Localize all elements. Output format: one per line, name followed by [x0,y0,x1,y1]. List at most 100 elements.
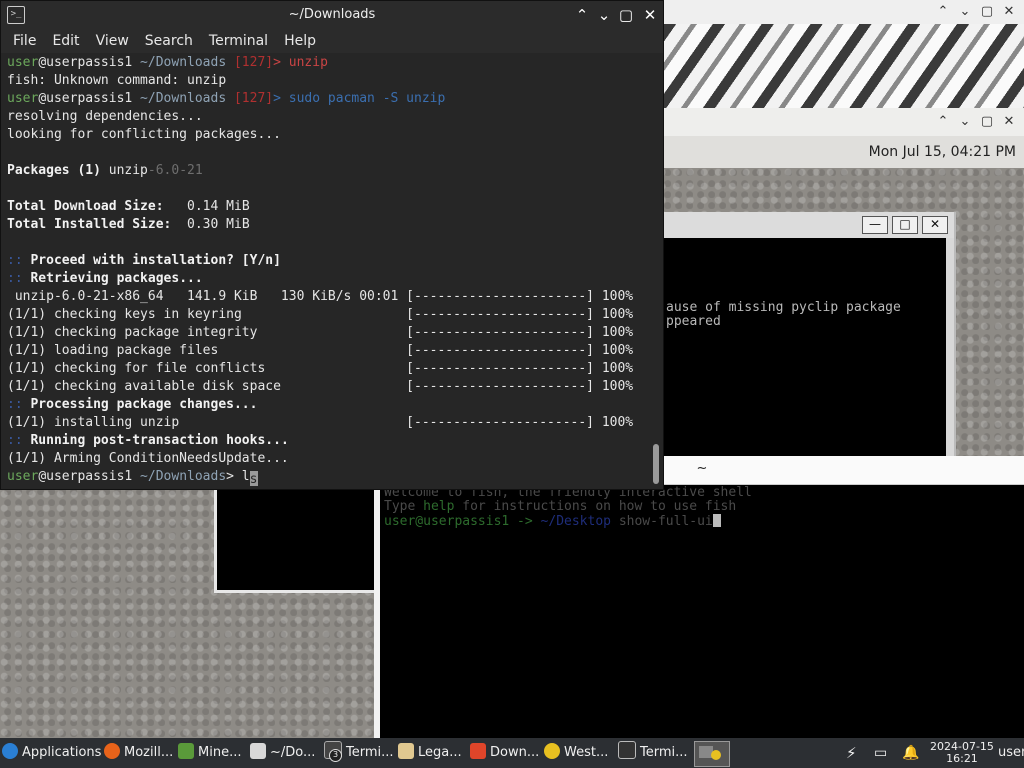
menu-file[interactable]: File [5,29,44,53]
restore-button[interactable]: ▢ [978,4,996,20]
task-label: ~/Do... [270,745,316,760]
dialog-close-button[interactable]: ✕ [922,216,948,234]
restore-button[interactable]: ▢ [615,1,637,29]
text-cursor: s [249,471,258,487]
minimize-button[interactable]: ⌃ [934,114,952,130]
terminal-line: :: Running post-transaction hooks... [7,433,289,448]
terminal-line: fish: Unknown command: unzip [7,73,227,88]
terminal-line: (1/1) checking for file conflicts [-----… [7,361,634,376]
clock-time: 16:21 [946,752,978,765]
menu-view[interactable]: View [88,29,137,53]
menu-edit[interactable]: Edit [44,29,87,53]
terminal-icon: 3 [324,741,342,762]
terminal-line: (1/1) loading package files [-----------… [7,343,634,358]
dialog-text-line: ppeared [666,314,721,329]
task-terminal-1[interactable]: 3 Termi... [324,741,394,765]
terminal-line: (1/1) Arming ConditionNeedsUpdate... [7,451,289,466]
image-viewer-window: ⌃ ⌄ ▢ ✕ [664,0,1024,108]
restore-button[interactable]: ▢ [978,114,996,130]
user-menu[interactable]: user [998,738,1024,768]
terminal-icon [618,741,636,759]
dialog-minimize-button[interactable]: — [862,216,888,234]
terminal-line: (1/1) installing unzip [----------------… [7,415,634,430]
maximize-button[interactable]: ⌄ [593,1,615,29]
clock-window-titlebar: ⌃ ⌄ ▢ ✕ [664,108,1024,136]
firefox-icon [104,743,120,759]
taskbar-clock[interactable]: 2024-07-15 16:21 [930,741,994,765]
dialog-window: — □ ✕ ause of missing pyclip package ppe… [664,212,956,456]
game-icon [544,743,560,759]
terminal-line: :: Retrieving packages... [7,271,203,286]
minimize-button[interactable]: ⌃ [571,1,593,29]
text-cursor [712,514,721,527]
task-folder[interactable]: Lega... [398,741,462,765]
minecraft-icon [178,743,194,759]
terminal-scrollbar[interactable] [650,54,662,488]
task-brave[interactable]: Down... [470,741,539,765]
panel-clock[interactable]: Mon Jul 15, 04:21 PM [869,144,1016,160]
terminal-line: Total Installed Size: 0.30 MiB [7,217,250,232]
fish-terminal-window[interactable]: ~ Welcome to fish, the friendly interact… [380,456,1024,738]
task-terminal-2[interactable]: Termi... [618,741,688,765]
fish-help-line: Type help for instructions on how to use… [384,499,737,514]
terminal-app-icon: >_ [7,6,25,24]
folder-icon [398,743,414,759]
dialog-maximize-button[interactable]: □ [892,216,918,234]
workspace-app-icon [711,750,721,760]
maximize-button[interactable]: ⌄ [956,114,974,130]
terminal-window[interactable]: >_ ~/Downloads ⌃ ⌄ ▢ ✕ File Edit View Se… [0,0,664,490]
badge-count: 3 [329,749,342,762]
image-content [664,24,1024,108]
close-button[interactable]: ✕ [1000,114,1018,130]
terminal-prompt-line[interactable]: user@userpassis1 ~/Downloads> ls [7,468,649,487]
terminal-line: :: Proceed with installation? [Y/n] [7,253,281,268]
dialog-text-line: ause of missing pyclip package [666,300,901,315]
text-editor-icon [250,743,266,759]
menu-help[interactable]: Help [276,29,324,53]
minimize-button[interactable]: ⌃ [934,4,952,20]
taskbar: Applications ⋮ Mozill... Mine... ~/Do...… [0,738,1024,768]
network-off-icon[interactable]: ⚡ [846,738,857,768]
background-window-black [214,490,382,593]
xfce-logo-icon [2,743,18,759]
task-minecraft[interactable]: Mine... [178,741,241,765]
menu-search[interactable]: Search [137,29,201,53]
terminal-line: looking for conflicting packages... [7,127,281,142]
task-label: West... [564,745,609,760]
applications-label: Applications [22,745,102,760]
dialog-body: ause of missing pyclip package ppeared [664,238,946,456]
terminal-line: (1/1) checking keys in keyring [--------… [7,307,634,322]
task-label: Termi... [640,745,688,760]
terminal-line: Total Download Size: 0.14 MiB [7,199,250,214]
image-viewer-titlebar: ⌃ ⌄ ▢ ✕ [664,0,1024,24]
task-label: Down... [490,745,540,760]
task-label: Mine... [198,745,242,760]
task-label: Termi... [346,745,394,760]
maximize-button[interactable]: ⌄ [956,4,974,20]
task-label: Mozill... [124,745,174,760]
task-firefox[interactable]: Mozill... [104,741,173,765]
fish-terminal-output[interactable]: Welcome to fish, the friendly interactiv… [384,486,752,529]
terminal-line: Packages (1) unzip-6.0-21 [7,163,203,178]
workspace-switcher[interactable] [694,741,730,767]
terminal-line: user@userpassis1 ~/Downloads [127]> sudo… [7,91,446,106]
window-title: ~/Downloads [288,7,376,22]
notification-bell-icon[interactable]: 🔔 [902,738,919,768]
battery-icon[interactable]: ▭ [874,738,887,768]
brave-icon [470,743,486,759]
close-button[interactable]: ✕ [1000,4,1018,20]
terminal-titlebar[interactable]: >_ ~/Downloads ⌃ ⌄ ▢ ✕ [1,1,663,29]
fish-prompt-line: user@userpassis1 -> ~/Desktop show-full-… [384,514,752,529]
terminal-line: user@userpassis1 ~/Downloads [127]> unzi… [7,55,328,70]
task-westnoth[interactable]: West... [544,741,608,765]
terminal-menubar: File Edit View Search Terminal Help [1,29,663,53]
menu-terminal[interactable]: Terminal [201,29,276,53]
applications-menu[interactable]: Applications ⋮ [2,741,119,765]
task-file-manager[interactable]: ~/Do... [250,741,315,765]
close-button[interactable]: ✕ [639,1,661,29]
scrollbar-thumb[interactable] [653,444,659,484]
terminal-output[interactable]: user@userpassis1 ~/Downloads [127]> unzi… [2,54,649,488]
